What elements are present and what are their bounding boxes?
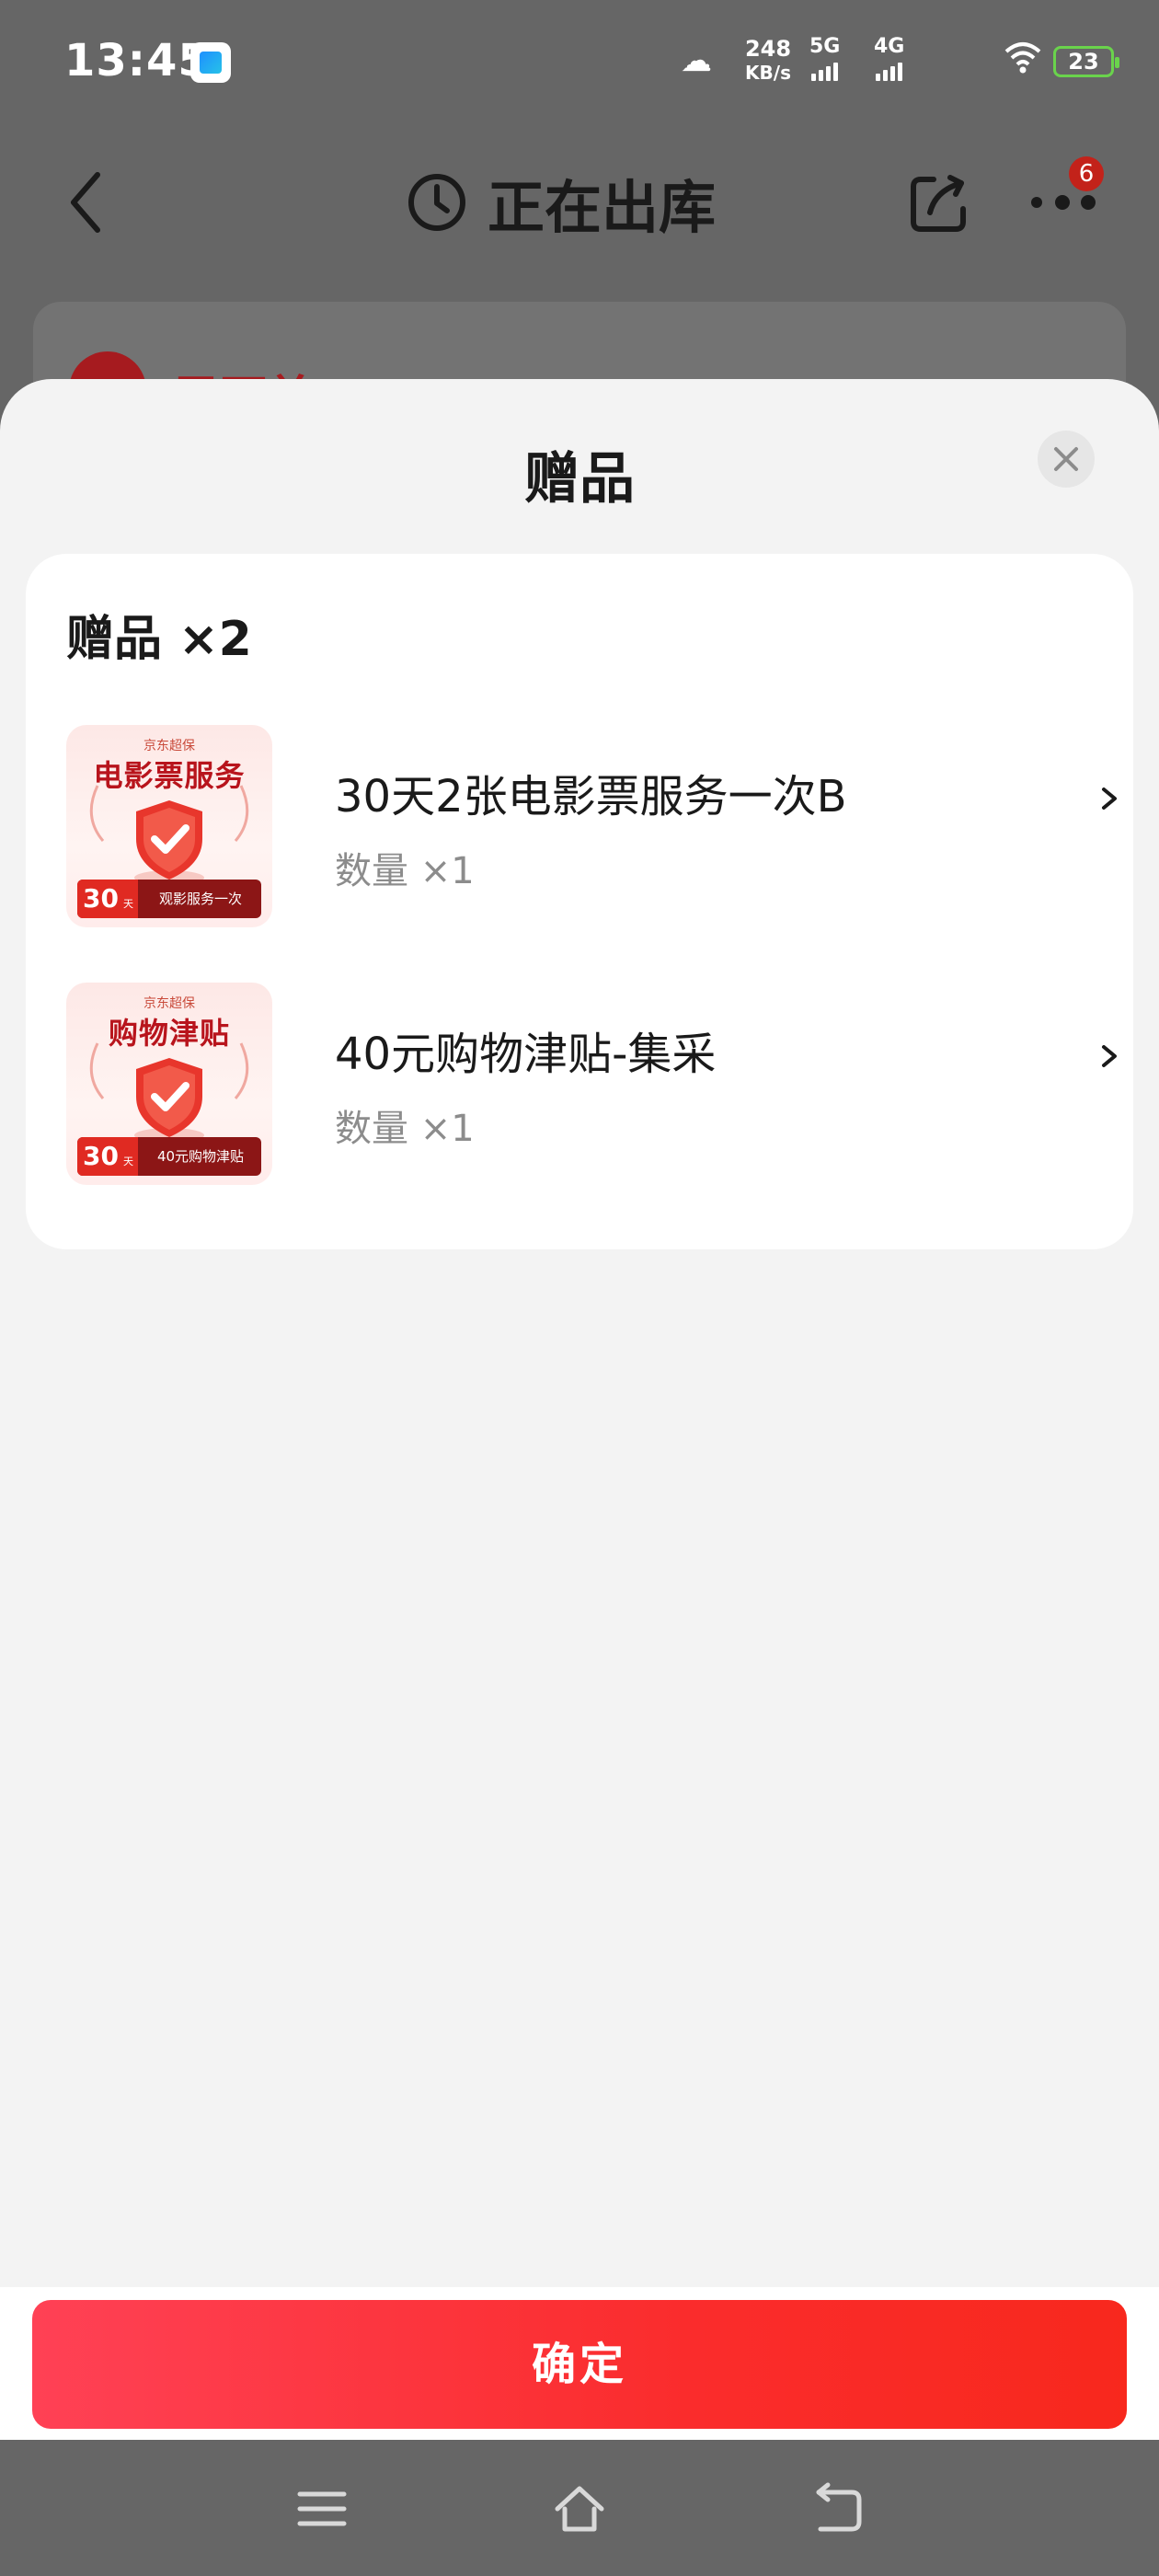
- share-button[interactable]: [906, 170, 970, 235]
- laurel-left-icon: [89, 1042, 105, 1099]
- back-button[interactable]: [64, 166, 110, 239]
- status-bar: 13:45 ☁ 248 KB/s 5G 4G 23: [0, 0, 1159, 129]
- share-icon: [911, 175, 966, 232]
- laurel-right-icon: [234, 1042, 249, 1099]
- thumb-days-unit: 天: [123, 898, 133, 910]
- thumb-banner-text: 观影服务一次: [158, 891, 242, 907]
- signal-5g-icon: [811, 61, 838, 81]
- gift-item-quantity: 数量 ×1: [335, 850, 475, 892]
- clock-icon: [405, 170, 469, 235]
- network-speed-unit: KB/s: [745, 62, 791, 84]
- signal-5g-label: 5G: [809, 35, 841, 58]
- sheet-title: 赠品: [524, 447, 635, 512]
- system-navigation-bar: [0, 2440, 1159, 2576]
- thumb-banner: 30 天 40元购物津贴: [77, 1137, 261, 1176]
- status-time: 13:45: [64, 35, 210, 86]
- gift-item-name: 40元购物津贴-集采: [335, 1029, 717, 1080]
- laurel-left-icon: [89, 785, 105, 842]
- signal-4g-icon: [876, 61, 902, 81]
- gift-bottom-sheet: 赠品 赠品 ×2 京东超保 电影票服务 30 天 观影服务一次 30天2张电影票…: [0, 379, 1159, 2440]
- back-chevron-icon: [71, 172, 100, 233]
- menu-icon[interactable]: [294, 2481, 350, 2536]
- gift-item[interactable]: 京东超保 购物津贴 30 天 40元购物津贴 40元购物津贴-集采 数量 ×1: [66, 983, 1117, 1185]
- close-icon: [1054, 447, 1078, 471]
- wifi-icon: [1003, 39, 1043, 84]
- network-speed: 248 KB/s: [736, 37, 800, 85]
- home-icon[interactable]: [552, 2481, 607, 2536]
- chevron-right-icon[interactable]: [1095, 1038, 1122, 1075]
- app-notification-icon: [190, 42, 231, 83]
- signal-4g-label: 4G: [874, 35, 905, 58]
- thumb-banner: 30 天 观影服务一次: [77, 880, 261, 918]
- battery-icon: 23: [1053, 46, 1119, 77]
- confirm-button[interactable]: 确定: [32, 2300, 1127, 2429]
- thumb-days-unit: 天: [123, 1156, 133, 1167]
- battery-level: 23: [1068, 49, 1099, 75]
- gift-thumbnail: 京东超保 电影票服务 30 天 观影服务一次: [66, 725, 272, 927]
- thumb-brand: 京东超保: [143, 996, 195, 1011]
- page-title-group: 正在出库: [405, 166, 716, 241]
- sheet-footer: 确定: [0, 2287, 1159, 2440]
- thumb-brand: 京东超保: [143, 739, 195, 753]
- gift-item-name: 30天2张电影票服务一次B: [335, 771, 847, 822]
- gift-count-title: 赠品 ×2: [66, 612, 252, 667]
- back-icon[interactable]: [809, 2481, 865, 2536]
- gift-thumbnail: 京东超保 购物津贴 30 天 40元购物津贴: [66, 983, 272, 1185]
- network-speed-value: 248: [744, 36, 792, 62]
- gift-item[interactable]: 京东超保 电影票服务 30 天 观影服务一次 30天2张电影票服务一次B 数量 …: [66, 725, 1117, 927]
- gift-list-card: 赠品 ×2 京东超保 电影票服务 30 天 观影服务一次 30天2张电影票服务一…: [26, 554, 1133, 1249]
- page-title: 正在出库: [488, 174, 717, 241]
- laurel-right-icon: [234, 785, 249, 842]
- shield-check-icon: [123, 795, 215, 887]
- chevron-right-icon[interactable]: [1095, 780, 1122, 817]
- notification-badge: 6: [1069, 156, 1104, 191]
- cloud-icon: ☁: [681, 42, 712, 79]
- shield-check-icon: [123, 1052, 215, 1144]
- thumb-banner-text: 40元购物津贴: [156, 1148, 245, 1165]
- close-button[interactable]: [1038, 431, 1095, 488]
- gift-item-quantity: 数量 ×1: [335, 1108, 475, 1150]
